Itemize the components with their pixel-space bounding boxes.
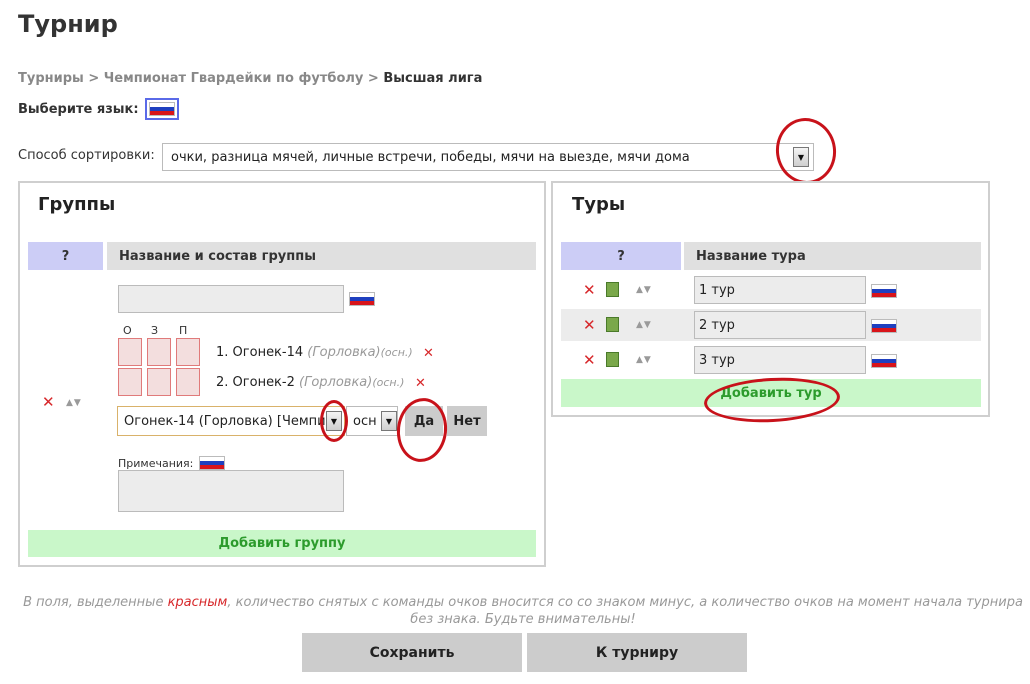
team-row: 1. Огонек-14 (Горловка)(осн.)	[216, 345, 413, 360]
sort-label: Способ сортировки:	[18, 148, 155, 163]
team-row: 2. Огонек-2 (Горловка)(осн.)	[216, 375, 404, 390]
remove-team-icon[interactable]: ✕	[423, 347, 434, 360]
flag-ru-icon[interactable]	[871, 284, 897, 298]
note-text: , количество снятых с команды очков внос…	[227, 595, 1023, 627]
notes-textarea[interactable]	[118, 470, 344, 512]
points-input[interactable]	[118, 338, 142, 366]
breadcrumb-separator: >	[367, 71, 379, 86]
edit-matches-icon[interactable]	[606, 352, 619, 367]
back-to-tournament-button[interactable]: К турниру	[527, 633, 747, 672]
edit-matches-icon[interactable]	[606, 317, 619, 332]
note-text: В поля, выделенные	[23, 595, 168, 610]
language-label: Выберите язык:	[18, 101, 139, 117]
groups-header-q: ?	[28, 242, 103, 270]
team-basis: (осн.)	[372, 376, 405, 389]
flag-ru-icon[interactable]	[199, 456, 226, 470]
sort-select[interactable]: очки, разница мячей, личные встречи, поб…	[162, 143, 814, 171]
flag-ru-icon	[148, 102, 175, 116]
add-group-button[interactable]: Добавить группу	[28, 530, 536, 557]
edit-matches-icon[interactable]	[606, 282, 619, 297]
annotation-circle	[320, 400, 348, 442]
team-name: Огонек-14	[232, 345, 304, 360]
team-select[interactable]: Огонек-14 (Горловка) [Чемпи	[117, 406, 345, 436]
breadcrumb-link-tournaments[interactable]: Турниры	[18, 71, 84, 86]
note-red-text: красным	[167, 595, 228, 610]
points-header-o: О	[123, 324, 132, 337]
tour-name-value: 2 тур	[699, 318, 735, 333]
delete-tour-icon[interactable]: ✕	[583, 353, 596, 368]
basis-select-value: осн	[353, 414, 377, 429]
points-input[interactable]	[118, 368, 142, 396]
team-city: (Горловка)	[299, 375, 373, 390]
points-input[interactable]	[147, 338, 171, 366]
team-num: 1.	[216, 345, 229, 360]
language-selector: Выберите язык:	[18, 98, 179, 120]
breadcrumb-link-championship[interactable]: Чемпионат Гвардейки по футболу	[104, 71, 364, 86]
flag-ru-icon[interactable]	[349, 292, 375, 306]
delete-tour-icon[interactable]: ✕	[583, 318, 596, 333]
breadcrumb: Турниры > Чемпионат Гвардейки по футболу…	[18, 71, 482, 86]
chevron-down-icon[interactable]: ▼	[381, 411, 397, 431]
flag-ru-icon[interactable]	[871, 354, 897, 368]
team-name: Огонек-2	[232, 375, 295, 390]
notes-row: Примечания:	[118, 456, 226, 470]
tours-title: Туры	[572, 194, 626, 215]
points-input[interactable]	[176, 368, 200, 396]
points-input[interactable]	[147, 368, 171, 396]
groups-title: Группы	[38, 194, 116, 215]
groups-header-name: Название и состав группы	[107, 242, 536, 270]
move-tour-arrows-icon[interactable]: ▲▼	[636, 320, 652, 330]
points-header-z: З	[151, 324, 159, 337]
breadcrumb-current: Высшая лига	[383, 71, 483, 86]
team-num: 2.	[216, 375, 229, 390]
team-select-value: Огонек-14 (Горловка) [Чемпи	[124, 414, 326, 429]
sort-select-value: очки, разница мячей, личные встречи, поб…	[171, 150, 690, 165]
tour-name-input[interactable]: 2 тур	[694, 311, 866, 339]
remove-team-icon[interactable]: ✕	[415, 377, 426, 390]
group-name-input[interactable]	[118, 285, 344, 313]
tours-header-q: ?	[561, 242, 681, 270]
footer-note: В поля, выделенные красным, количество с…	[16, 594, 1030, 628]
notes-label: Примечания:	[118, 456, 194, 470]
tour-name-input[interactable]: 1 тур	[694, 276, 866, 304]
points-input[interactable]	[176, 338, 200, 366]
move-tour-arrows-icon[interactable]: ▲▼	[636, 285, 652, 295]
breadcrumb-separator: >	[88, 71, 100, 86]
points-header-p: П	[179, 324, 188, 337]
save-button[interactable]: Сохранить	[302, 633, 522, 672]
tour-name-input[interactable]: 3 тур	[694, 346, 866, 374]
team-basis: (осн.)	[380, 346, 413, 359]
annotation-circle	[771, 114, 841, 188]
tour-name-value: 1 тур	[699, 283, 735, 298]
move-group-arrows-icon[interactable]: ▲▼	[66, 398, 82, 408]
page-title: Турнир	[18, 10, 118, 38]
flag-ru-icon[interactable]	[871, 319, 897, 333]
delete-group-icon[interactable]: ✕	[42, 395, 55, 410]
move-tour-arrows-icon[interactable]: ▲▼	[636, 355, 652, 365]
language-flag-button[interactable]	[144, 98, 179, 120]
team-city: (Горловка)	[307, 345, 381, 360]
delete-tour-icon[interactable]: ✕	[583, 283, 596, 298]
tour-name-value: 3 тур	[699, 353, 735, 368]
no-button[interactable]: Нет	[447, 406, 487, 436]
tours-header-name: Название тура	[684, 242, 981, 270]
